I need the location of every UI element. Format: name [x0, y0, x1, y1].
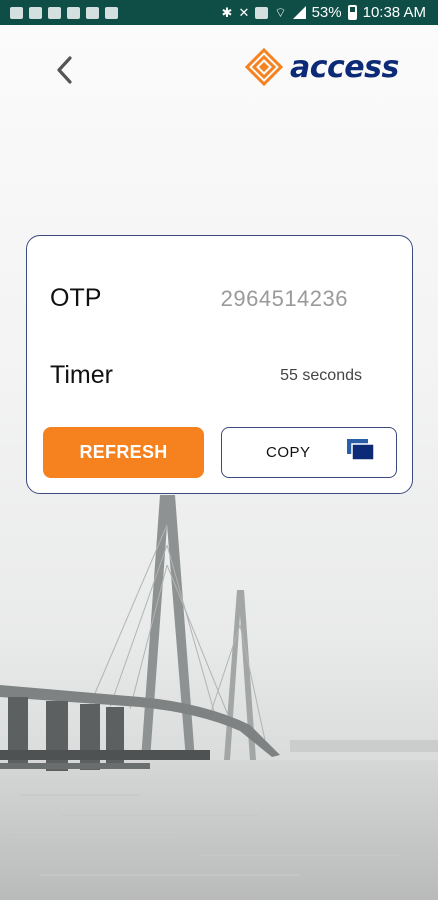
message-icon [10, 6, 23, 19]
wifi-icon: ⌔ [274, 5, 287, 20]
refresh-button-label: REFRESH [79, 442, 168, 462]
timer-value: 55 seconds [280, 367, 362, 384]
nfc-icon [255, 6, 269, 19]
access-logo-mark-icon [244, 47, 284, 87]
timer-label: Timer [50, 361, 113, 389]
access-logo: access [244, 44, 404, 90]
app-icon [48, 6, 61, 19]
otp-card: OTP 2964514236 Timer 55 seconds REFRESH … [26, 235, 413, 494]
otp-label: OTP [50, 284, 102, 312]
notification-icons [10, 6, 118, 19]
chevron-left-icon [57, 56, 72, 84]
system-icons: ✱ ✕ ⌔ 53% 10:38 AM [222, 4, 426, 21]
app-icon [67, 6, 80, 19]
logo-text: access [290, 49, 399, 85]
image-icon [86, 6, 99, 19]
refresh-button[interactable]: REFRESH [43, 427, 204, 478]
battery-percent: 53% [311, 4, 342, 21]
bluetooth-icon: ✱ [221, 5, 233, 20]
otp-value: 2964514236 [220, 286, 348, 311]
signal-icon [292, 6, 306, 19]
mute-icon: ✕ [238, 5, 250, 20]
battery-icon [347, 5, 357, 20]
settings-icon [29, 6, 42, 19]
file-icon [105, 6, 118, 19]
clock: 10:38 AM [362, 4, 426, 21]
copy-button-label: COPY [266, 444, 311, 461]
back-button[interactable] [48, 52, 80, 88]
status-bar: ✱ ✕ ⌔ 53% 10:38 AM [0, 0, 438, 25]
copy-button[interactable]: COPY [221, 427, 397, 478]
copy-icon [347, 439, 375, 461]
